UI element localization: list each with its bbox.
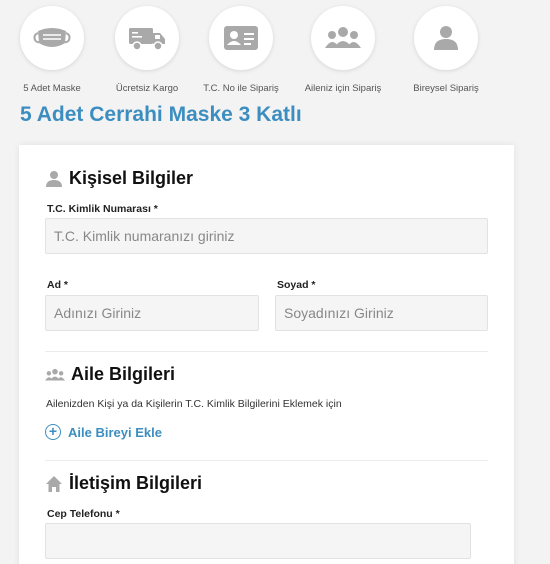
family-description: Ailenizden Kişi ya da Kişilerin T.C. Kim…	[46, 398, 342, 410]
mask-icon	[33, 28, 71, 47]
step-tc-circle	[209, 6, 273, 70]
step-mask-label: 5 Adet Maske	[23, 83, 81, 94]
step-individual-label: Bireysel Sipariş	[413, 83, 479, 94]
user-icon	[434, 26, 458, 50]
add-family-member-button[interactable]: + Aile Bireyi Ekle	[45, 424, 162, 440]
truck-icon	[129, 28, 165, 51]
plus-circle-icon: +	[45, 424, 61, 440]
tc-label: T.C. Kimlik Numarası *	[47, 203, 158, 215]
users-icon	[325, 27, 361, 48]
step-mask: 5 Adet Maske	[0, 6, 107, 94]
family-section-title: Aile Bilgileri	[71, 364, 176, 384]
section-divider	[45, 460, 488, 461]
personal-section-header: Kişisel Bilgiler	[45, 168, 193, 189]
order-steps: 5 Adet Maske Ücretsiz Kargo T.C. No ile …	[0, 6, 550, 96]
home-icon	[46, 475, 62, 492]
order-form-card: Kişisel Bilgiler T.C. Kimlik Numarası * …	[19, 145, 514, 564]
step-family-label: Aileniz için Sipariş	[304, 83, 382, 94]
step-tc: T.C. No ile Sipariş	[186, 6, 296, 94]
surname-input[interactable]	[275, 295, 488, 331]
name-input[interactable]	[45, 295, 259, 331]
phone-label: Cep Telefonu *	[47, 508, 120, 520]
id-card-icon	[224, 26, 258, 50]
personal-section-title: Kişisel Bilgiler	[69, 168, 194, 188]
step-individual-circle	[414, 6, 478, 70]
step-individual: Bireysel Sipariş	[391, 6, 501, 94]
page-title: 5 Adet Cerrahi Maske 3 Katlı	[20, 103, 302, 126]
step-family-circle	[311, 6, 375, 70]
name-label: Ad *	[47, 279, 68, 291]
tc-input[interactable]	[45, 218, 488, 254]
surname-label: Soyad *	[277, 279, 316, 291]
users-icon	[45, 368, 65, 381]
add-family-member-label: Aile Bireyi Ekle	[68, 424, 162, 440]
step-family: Aileniz için Sipariş	[288, 6, 398, 94]
family-section-header: Aile Bilgileri	[45, 364, 175, 385]
user-icon	[46, 170, 62, 187]
section-divider	[45, 351, 488, 352]
contact-section-header: İletişim Bilgileri	[45, 473, 202, 494]
step-shipping-circle	[115, 6, 179, 70]
step-mask-circle	[20, 6, 84, 70]
phone-input[interactable]	[45, 523, 471, 559]
contact-section-title: İletişim Bilgileri	[69, 473, 203, 493]
step-tc-label: T.C. No ile Sipariş	[203, 83, 279, 94]
